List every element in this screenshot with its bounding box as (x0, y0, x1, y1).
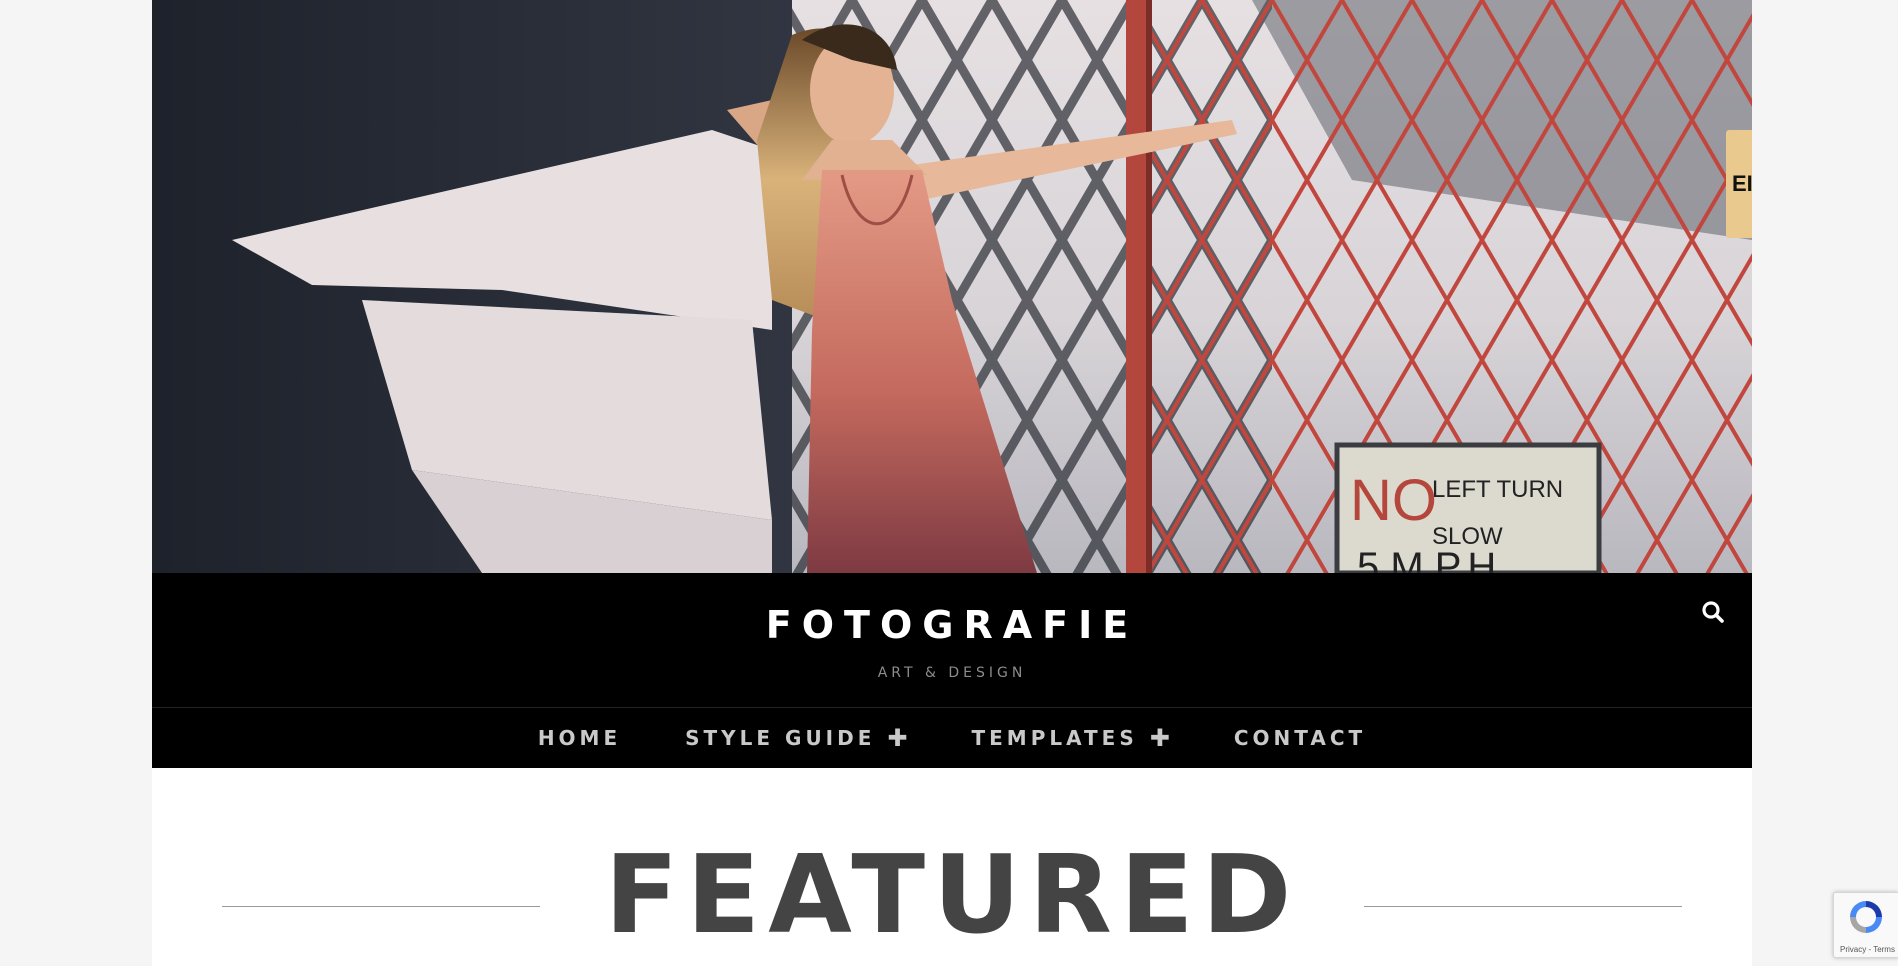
page-container: NO LEFT TURN SLOW 5 M.P.H EI FOTOGRAFIE … (152, 0, 1752, 966)
featured-heading: FEATURED (604, 833, 1300, 958)
sign-text-no: NO (1350, 468, 1437, 533)
nav-item-label: TEMPLATES (971, 726, 1138, 750)
featured-divider-right (1364, 906, 1682, 907)
search-icon (1702, 601, 1724, 623)
recaptcha-icon (1850, 901, 1882, 933)
recaptcha-label[interactable]: Privacy - Terms (1840, 945, 1895, 954)
main-nav: HOME STYLE GUIDE ✚ TEMPLATES ✚ CONTACT (152, 708, 1752, 768)
plus-icon[interactable]: ✚ (1150, 726, 1170, 750)
site-header: FOTOGRAFIE ART & DESIGN (152, 573, 1752, 708)
recaptcha-badge[interactable]: Privacy - Terms (1833, 892, 1898, 958)
side-tab[interactable]: EI (1726, 130, 1752, 238)
hero-image: NO LEFT TURN SLOW 5 M.P.H EI (152, 0, 1752, 573)
nav-item-home[interactable]: HOME (538, 726, 621, 750)
nav-item-contact[interactable]: CONTACT (1234, 726, 1366, 750)
site-tagline: ART & DESIGN (877, 665, 1027, 681)
featured-section: FEATURED (152, 768, 1752, 966)
nav-item-templates[interactable]: TEMPLATES ✚ (972, 726, 1170, 750)
nav-item-label: STYLE GUIDE (685, 726, 876, 750)
nav-item-label: CONTACT (1233, 726, 1367, 750)
nav-item-style-guide[interactable]: STYLE GUIDE ✚ (685, 726, 907, 750)
site-title[interactable]: FOTOGRAFIE (152, 603, 1752, 647)
plus-icon[interactable]: ✚ (887, 726, 907, 750)
sign-text-left-turn: LEFT TURN (1432, 476, 1563, 503)
search-button[interactable] (1700, 599, 1726, 625)
sign-text-speed: 5 M.P.H (1357, 545, 1496, 573)
nav-item-label: HOME (537, 726, 622, 750)
